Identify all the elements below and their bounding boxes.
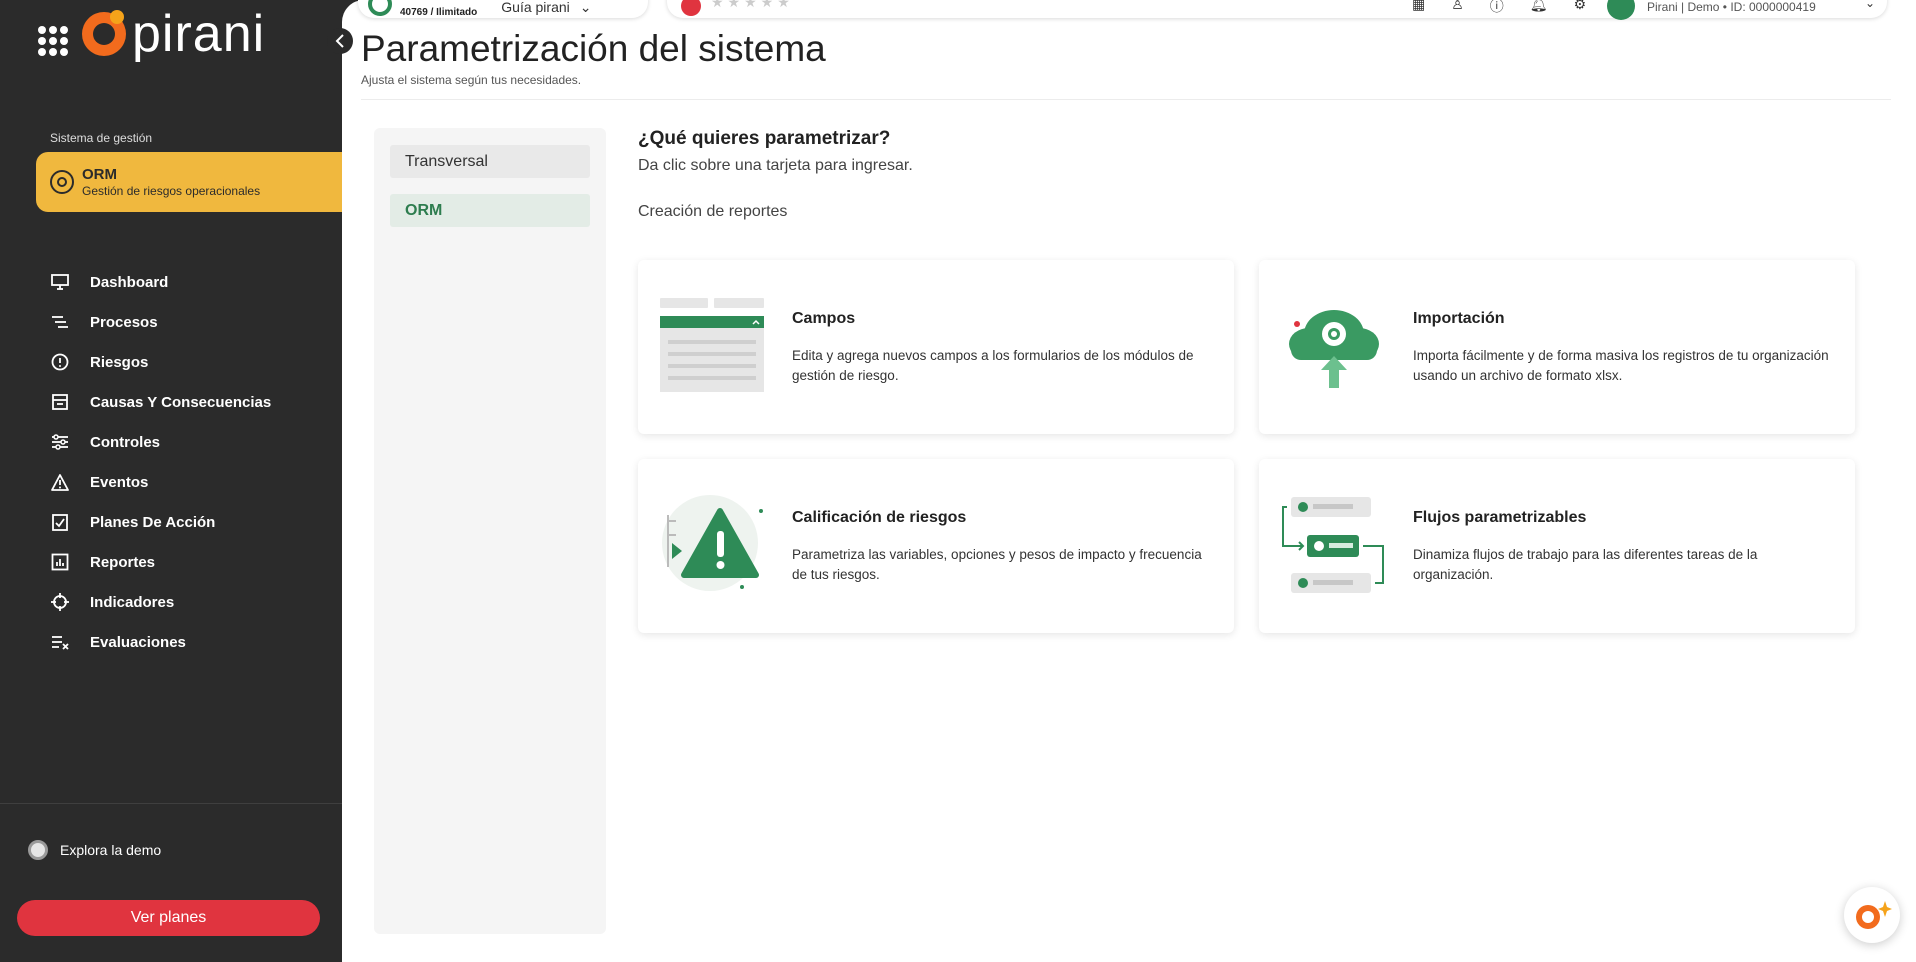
- main-content: 40769 / Ilimitado Guía pirani ⌄ ★★★★★ ▦ …: [342, 0, 1916, 962]
- qr-code-icon[interactable]: ▦: [1412, 0, 1425, 16]
- guide-label: Guía pirani: [501, 0, 570, 15]
- process-icon: [50, 312, 70, 332]
- chevron-down-icon: ⌄: [579, 0, 592, 15]
- assistant-sparkle-icon: [1856, 901, 1892, 929]
- module-selector[interactable]: ORM Gestión de riesgos operacionales: [36, 152, 354, 212]
- guide-dropdown[interactable]: Guía pirani ⌄: [501, 0, 591, 16]
- user-info: Pirani | Demo • ID: 0000000419: [1647, 0, 1816, 14]
- card-campos[interactable]: Campos Edita y agrega nuevos campos a lo…: [638, 260, 1234, 434]
- sidebar-item-riesgos[interactable]: Riesgos: [50, 342, 271, 382]
- avatar[interactable]: [1607, 0, 1635, 20]
- warning-triangle-icon: [50, 472, 70, 492]
- pirani-logo-mark: [82, 10, 126, 56]
- usage-ring-icon: [368, 0, 392, 16]
- sidebar-item-label: Eventos: [90, 473, 149, 491]
- brand-badge-icon[interactable]: [681, 0, 701, 16]
- sidebar-item-label: Reportes: [90, 553, 156, 571]
- sidebar-item-label: Controles: [90, 433, 161, 451]
- gear-icon: [50, 170, 74, 194]
- sidebar-item-label: Evaluaciones: [90, 633, 186, 651]
- sidebar-item-label: Causas Y Consecuencias: [90, 393, 272, 411]
- sidebar-nav: Dashboard Procesos Riesgos Causas Y Cons…: [50, 262, 271, 662]
- form-fields-illustration: [658, 292, 768, 402]
- tab-transversal[interactable]: Transversal: [390, 145, 590, 178]
- rating-stars[interactable]: ★★★★★: [711, 0, 794, 11]
- title-divider: [361, 99, 1891, 100]
- sidebar-item-evaluaciones[interactable]: Evaluaciones: [50, 622, 271, 662]
- parametrization-tabs: Transversal ORM: [374, 128, 606, 934]
- sidebar-divider: [0, 803, 342, 804]
- sidebar: pirani Sistema de gestión ORM Gestión de…: [0, 0, 354, 962]
- workflow-illustration: [1279, 491, 1389, 601]
- sidebar-item-label: Planes De Acción: [90, 513, 216, 531]
- help-icon[interactable]: ⓘ: [1490, 0, 1504, 16]
- card-title: Calificación de riesgos: [792, 509, 967, 526]
- module-title: ORM: [82, 166, 117, 183]
- top-toolbar: ★★★★★ ▦ ♙ ⓘ 🔔︎ ⚙ Pirani | Demo • ID: 000…: [667, 0, 1887, 20]
- system-label: Sistema de gestión: [50, 131, 153, 145]
- pirani-logo[interactable]: pirani: [82, 8, 265, 60]
- card-description: Importa fácilmente y de forma masiva los…: [1413, 348, 1829, 383]
- sidebar-item-reportes[interactable]: Reportes: [50, 542, 271, 582]
- card-description: Parametriza las variables, opciones y pe…: [792, 547, 1202, 582]
- tab-orm[interactable]: ORM: [390, 194, 590, 227]
- sidebar-item-indicadores[interactable]: Indicadores: [50, 582, 271, 622]
- sidebar-item-causas-consecuencias[interactable]: Causas Y Consecuencias: [50, 382, 271, 422]
- bell-icon[interactable]: 🔔︎: [1530, 0, 1548, 16]
- cloud-upload-illustration: [1279, 292, 1389, 402]
- card-importacion[interactable]: Importación Importa fácilmente y de form…: [1259, 260, 1855, 434]
- question-subtitle: Da clic sobre una tarjeta para ingresar.: [638, 157, 913, 174]
- sidebar-item-label: Dashboard: [90, 273, 169, 291]
- card-title: Flujos parametrizables: [1413, 509, 1587, 526]
- sidebar-item-planes-accion[interactable]: Planes De Acción: [50, 502, 271, 542]
- section-label: Creación de reportes: [638, 203, 788, 220]
- ver-planes-button[interactable]: Ver planes: [17, 900, 320, 936]
- risk-warning-illustration: [658, 491, 768, 601]
- sidebar-item-label: Riesgos: [90, 353, 149, 371]
- demo-icon: [28, 840, 48, 860]
- sidebar-item-controles[interactable]: Controles: [50, 422, 271, 462]
- report-chart-icon: [50, 552, 70, 572]
- alert-circle-icon: [50, 352, 70, 372]
- module-subtitle: Gestión de riesgos operacionales: [82, 184, 261, 198]
- evaluation-icon: [50, 632, 70, 652]
- chevron-left-icon: [335, 34, 344, 48]
- page-title: Parametrización del sistema: [361, 28, 826, 69]
- usage-count: 40769 / Ilimitado: [400, 6, 478, 18]
- monitor-icon: [50, 272, 70, 292]
- assistant-fab-button[interactable]: [1844, 887, 1900, 943]
- pirani-logo-text: pirani: [132, 5, 266, 63]
- explore-demo-label: Explora la demo: [60, 842, 162, 858]
- card-flujos-parametrizables[interactable]: Flujos parametrizables Dinamiza flujos d…: [1259, 459, 1855, 633]
- toolbar-icons: ▦ ♙ ⓘ 🔔︎ ⚙: [1412, 0, 1586, 16]
- explore-demo-link[interactable]: Explora la demo: [28, 840, 161, 860]
- collapse-sidebar-button[interactable]: [327, 28, 353, 54]
- page-subtitle: Ajusta el sistema según tus necesidades.: [361, 73, 582, 87]
- sliders-icon: [50, 432, 70, 452]
- chevron-down-icon[interactable]: ⌄: [1865, 0, 1875, 10]
- apps-grid-icon[interactable]: [38, 26, 68, 56]
- card-title: Importación: [1413, 310, 1505, 327]
- crosshair-icon: [50, 592, 70, 612]
- card-calificacion-riesgos[interactable]: Calificación de riesgos Parametriza las …: [638, 459, 1234, 633]
- sidebar-item-procesos[interactable]: Procesos: [50, 302, 271, 342]
- checklist-icon: [50, 512, 70, 532]
- sidebar-item-label: Procesos: [90, 313, 158, 331]
- card-description: Edita y agrega nuevos campos a los formu…: [792, 348, 1194, 383]
- settings-gear-icon[interactable]: ⚙: [1574, 0, 1587, 16]
- cause-icon: [50, 392, 70, 412]
- usage-bar: 40769 / Ilimitado Guía pirani ⌄: [358, 0, 648, 18]
- card-description: Dinamiza flujos de trabajo para las dife…: [1413, 547, 1758, 582]
- sidebar-item-label: Indicadores: [90, 593, 175, 611]
- card-title: Campos: [792, 310, 856, 327]
- question-heading: ¿Qué quieres parametrizar?: [638, 128, 891, 149]
- sidebar-item-dashboard[interactable]: Dashboard: [50, 262, 271, 302]
- sidebar-item-eventos[interactable]: Eventos: [50, 462, 271, 502]
- user-icon[interactable]: ♙: [1451, 0, 1464, 16]
